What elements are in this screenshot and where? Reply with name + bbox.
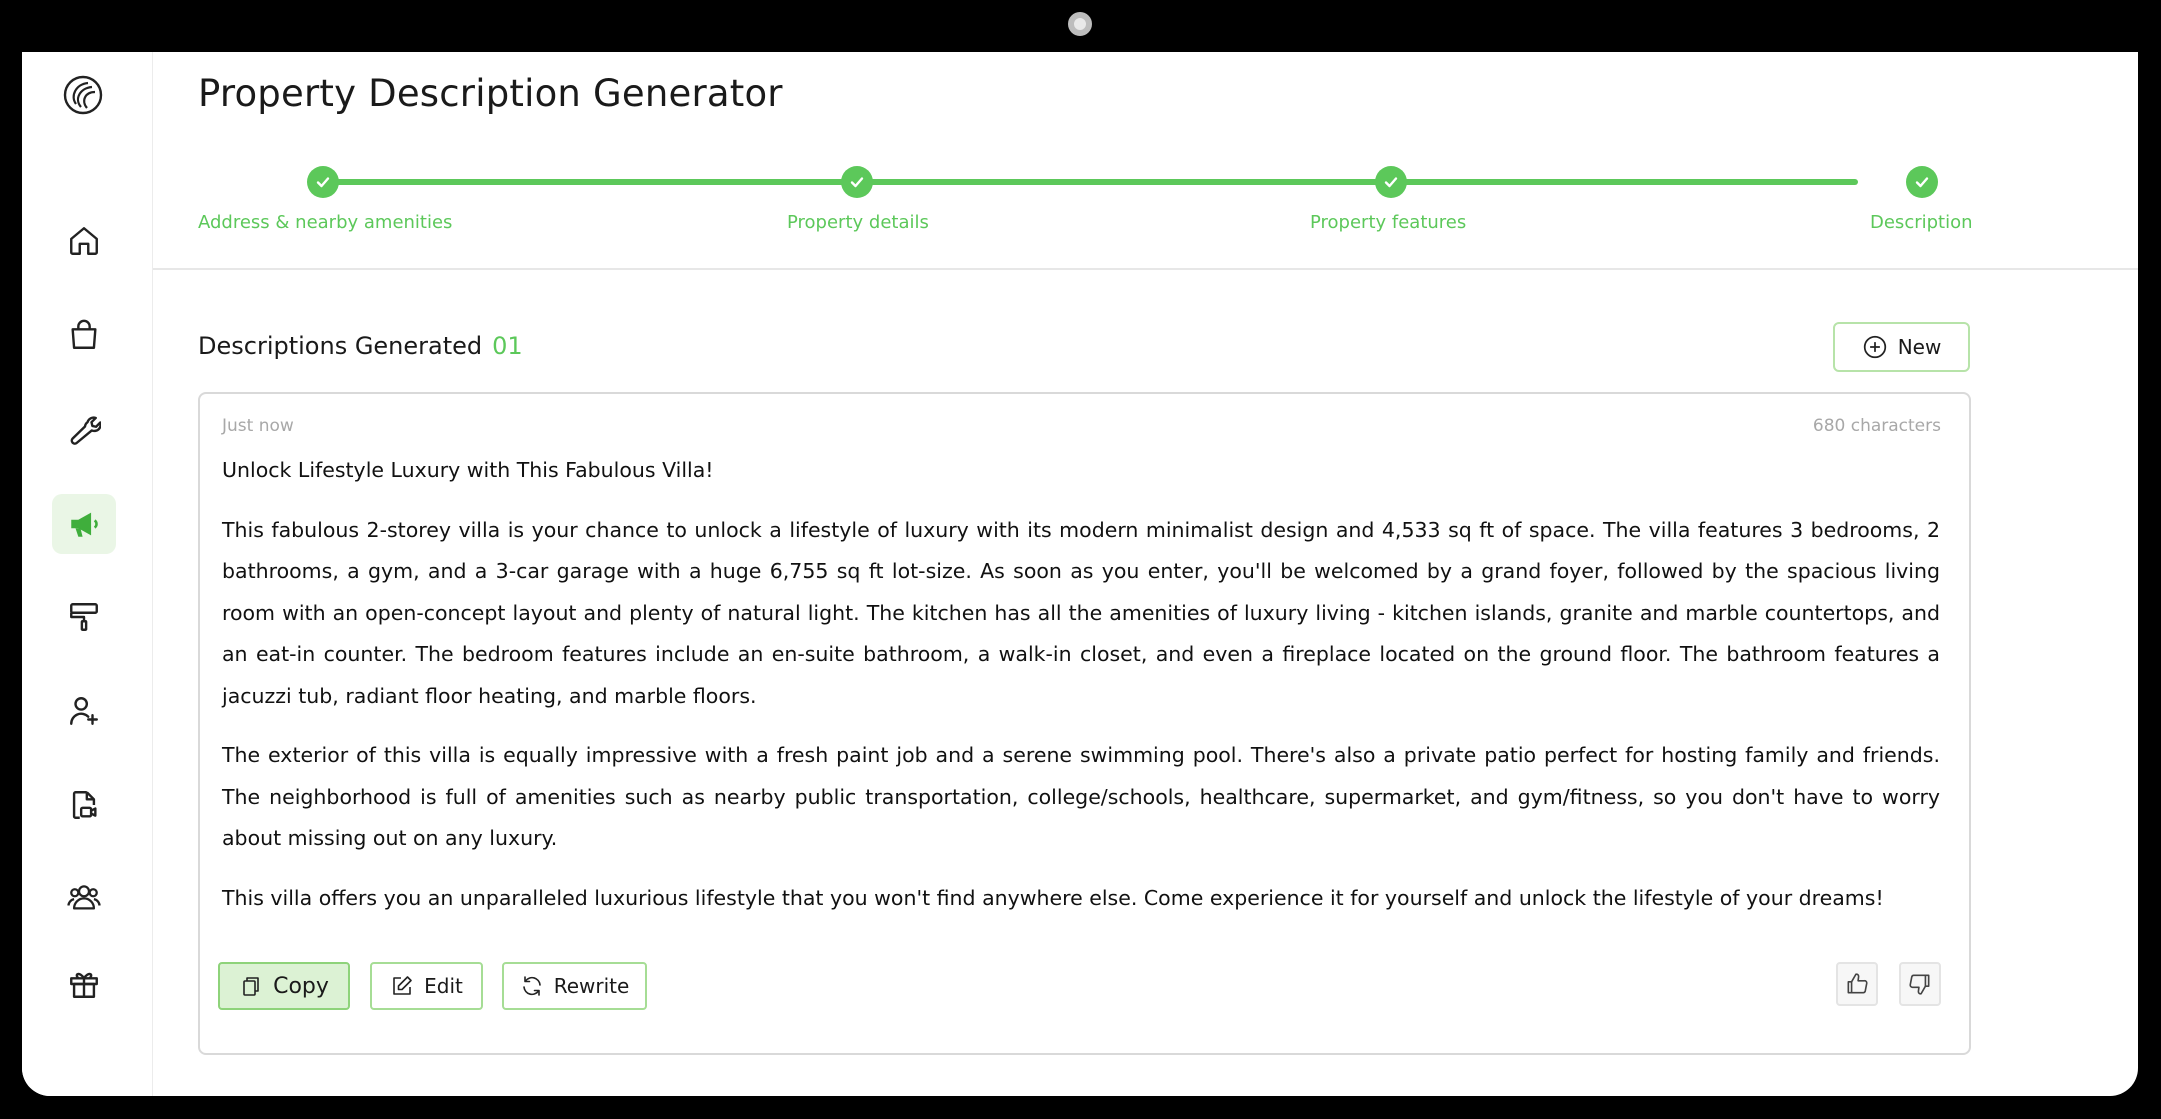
- shopping-bag-icon: [71, 319, 97, 349]
- user-plus-icon: [70, 697, 98, 725]
- heading-text: Descriptions Generated: [198, 332, 483, 360]
- step-check-icon: [841, 166, 873, 198]
- edit-icon: [393, 976, 412, 995]
- step-check-icon: [1375, 166, 1407, 198]
- edit-button-label: Edit: [424, 974, 463, 998]
- thumbs-down-button[interactable]: [1899, 962, 1941, 1006]
- sidebar-item-marketing[interactable]: [52, 494, 116, 554]
- timestamp: Just now: [222, 416, 294, 436]
- plus-circle-icon: [1863, 335, 1886, 359]
- file-video-icon: [72, 791, 97, 819]
- step-label: Property features: [1310, 212, 1467, 233]
- step-check-icon: [1906, 166, 1938, 198]
- description-paragraph: The exterior of this villa is equally im…: [222, 743, 1940, 850]
- thumbs-up-button[interactable]: [1836, 962, 1878, 1006]
- sidebar-item-bag[interactable]: [52, 305, 116, 365]
- sidebar-item-video-file[interactable]: [52, 775, 116, 835]
- description-paragraph: This villa offers you an unparalleled lu…: [222, 885, 1884, 910]
- app-screen: Property Description Generator Address &…: [22, 52, 2138, 1096]
- copy-icon: [243, 977, 259, 996]
- edit-button[interactable]: Edit: [370, 962, 483, 1010]
- sidebar-item-gift[interactable]: [52, 954, 116, 1014]
- description-paragraph: This fabulous 2-storey villa is your cha…: [222, 517, 1940, 708]
- step-label: Property details: [787, 212, 929, 233]
- rewrite-button-label: Rewrite: [553, 974, 630, 998]
- description-text[interactable]: Unlock Lifestyle Luxury with This Fabulo…: [222, 450, 1940, 937]
- users-icon: [67, 885, 101, 910]
- sidebar-item-paint[interactable]: [52, 587, 116, 647]
- sidebar-item-team[interactable]: [52, 867, 116, 927]
- thumbs-down-icon: [1909, 974, 1930, 995]
- page-title: Property Description Generator: [198, 72, 783, 115]
- copy-button-label: Copy: [273, 973, 329, 999]
- logo-icon[interactable]: [62, 74, 104, 116]
- thumbs-up-icon: [1847, 973, 1868, 994]
- rewrite-button[interactable]: Rewrite: [502, 962, 647, 1010]
- sidebar-item-home[interactable]: [52, 211, 116, 271]
- step-label: Address & nearby amenities: [198, 212, 453, 233]
- home-icon: [70, 227, 98, 255]
- new-button[interactable]: New: [1833, 322, 1970, 372]
- sidebar-item-tools[interactable]: [52, 400, 116, 460]
- sidebar-item-add-user[interactable]: [52, 681, 116, 741]
- description-card: Just now 680 characters Unlock Lifestyle…: [198, 392, 1971, 1055]
- refresh-icon: [522, 976, 541, 996]
- camera-dot: [1068, 12, 1092, 36]
- step-label: Description: [1870, 212, 1973, 233]
- sidebar: [22, 52, 153, 1096]
- megaphone-icon: [71, 512, 98, 537]
- paint-roller-icon: [70, 603, 98, 631]
- generated-count: 01: [492, 332, 523, 360]
- main-content: Property Description Generator Address &…: [153, 52, 2138, 1096]
- description-headline: Unlock Lifestyle Luxury with This Fabulo…: [222, 458, 714, 482]
- copy-button[interactable]: Copy: [218, 962, 350, 1010]
- wrench-icon: [70, 416, 101, 445]
- character-count: 680 characters: [1812, 416, 1941, 436]
- device-frame: Property Description Generator Address &…: [0, 0, 2161, 1119]
- stepper-track: [323, 179, 1858, 185]
- section-divider: [153, 268, 2138, 270]
- descriptions-generated-heading: Descriptions Generated 01: [198, 332, 523, 360]
- progress-stepper: Address & nearby amenities Property deta…: [198, 162, 1973, 242]
- gift-icon: [70, 972, 98, 998]
- new-button-label: New: [1897, 335, 1942, 359]
- step-check-icon: [307, 166, 339, 198]
